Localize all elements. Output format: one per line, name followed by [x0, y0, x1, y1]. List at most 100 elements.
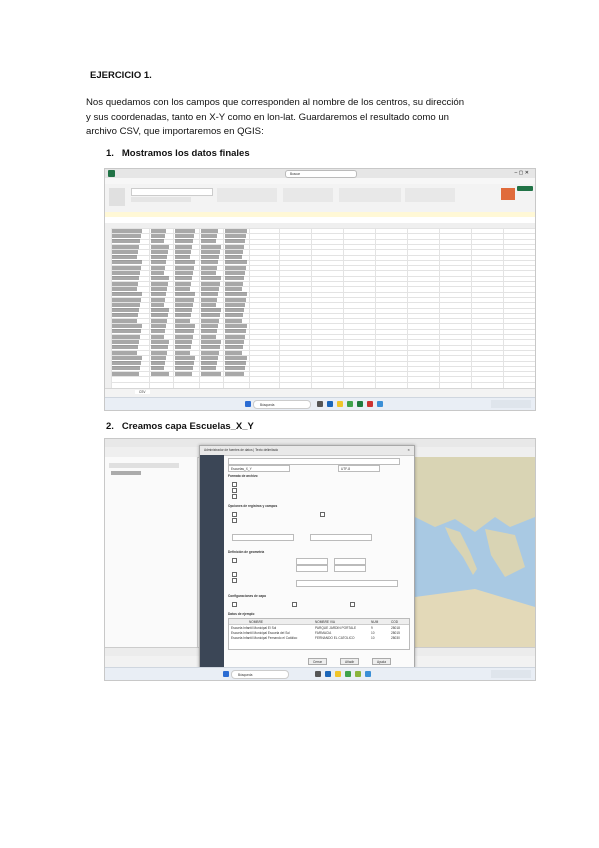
share-button[interactable]	[517, 186, 533, 191]
task-view-icon[interactable]	[317, 401, 323, 407]
folder-icon[interactable]	[337, 401, 343, 407]
spreadsheet-cell[interactable]	[112, 255, 137, 260]
spreadsheet-cell[interactable]	[151, 366, 164, 371]
spreadsheet-cell[interactable]	[151, 302, 164, 307]
spreadsheet-cell[interactable]	[151, 371, 169, 376]
spreadsheet-cell[interactable]	[151, 292, 166, 297]
spreadsheet-cell[interactable]	[151, 361, 165, 366]
spreadsheet-cell[interactable]	[175, 308, 192, 313]
spreadsheet-cell[interactable]	[112, 260, 142, 265]
spreadsheet-cell[interactable]	[225, 244, 244, 249]
spreadsheet-cell[interactable]	[225, 292, 247, 297]
spreadsheet-cell[interactable]	[151, 281, 168, 286]
spreadsheet-cell[interactable]	[175, 329, 194, 334]
spreadsheet-cell[interactable]	[225, 350, 242, 355]
spreadsheet-cell[interactable]	[201, 371, 221, 376]
spreadsheet-cell[interactable]	[151, 308, 169, 313]
section-layer-settings[interactable]: Configuraciones de capa	[228, 594, 266, 598]
excel-taskbar-icon[interactable]	[357, 401, 363, 407]
null-value-field[interactable]	[232, 534, 294, 541]
spreadsheet-cell[interactable]	[201, 339, 221, 344]
spreadsheet-cell[interactable]	[201, 244, 221, 249]
layers-panel-toolbar[interactable]	[109, 463, 179, 468]
task-view-icon[interactable]	[315, 671, 321, 677]
spreadsheet-cell[interactable]	[175, 297, 194, 302]
layer-name-field[interactable]: Escuelas_X_Y	[228, 465, 290, 472]
spreadsheet-cell[interactable]	[175, 345, 191, 350]
spreadsheet-cell[interactable]	[225, 276, 244, 281]
spreadsheet-cell[interactable]	[112, 355, 142, 360]
spreadsheet-cell[interactable]	[225, 366, 245, 371]
paste-icon[interactable]	[109, 188, 125, 206]
comment-field[interactable]	[310, 534, 372, 541]
spreadsheet-cell[interactable]	[112, 249, 138, 254]
decimal-checkbox[interactable]	[320, 512, 325, 517]
spreadsheet-cell[interactable]	[175, 361, 194, 366]
spreadsheet-cell[interactable]	[175, 228, 195, 233]
watch-file-checkbox[interactable]	[350, 602, 355, 607]
spreadsheet-cell[interactable]	[112, 271, 140, 275]
csv-radio[interactable]	[232, 482, 237, 487]
layer-entry[interactable]	[111, 471, 141, 475]
spreadsheet-cell[interactable]	[175, 318, 190, 323]
taskbar-search[interactable]: Búsqueda	[231, 670, 289, 679]
spreadsheet-cell[interactable]	[112, 371, 139, 376]
spreadsheet-cell[interactable]	[201, 318, 219, 323]
spreadsheet-cell[interactable]	[201, 361, 217, 366]
spreadsheet-cell[interactable]	[112, 318, 137, 323]
help-button[interactable]: Ayuda	[372, 658, 391, 665]
spreadsheet-cell[interactable]	[175, 286, 190, 291]
spreadsheet-cell[interactable]	[151, 334, 164, 339]
spreadsheet-cell[interactable]	[225, 297, 246, 302]
spreadsheet-cell[interactable]	[201, 228, 218, 233]
spreadsheet-cell[interactable]	[225, 260, 247, 265]
spreadsheet-cell[interactable]	[151, 313, 168, 318]
spreadsheet-cell[interactable]	[151, 255, 167, 260]
spreadsheet-cell[interactable]	[201, 281, 220, 286]
spreadsheet-cell[interactable]	[151, 350, 167, 355]
spreadsheet-cell[interactable]	[175, 249, 191, 254]
spreadsheet-cell[interactable]	[112, 329, 141, 334]
spreadsheet-cell[interactable]	[225, 239, 245, 244]
spreadsheet-cell[interactable]	[201, 329, 217, 334]
spreadsheet-cell[interactable]	[112, 302, 140, 307]
spreadsheet-cell[interactable]	[225, 228, 247, 233]
spreadsheet-cell[interactable]	[151, 318, 167, 323]
spreadsheet-cell[interactable]	[112, 366, 140, 371]
spreadsheet-cell[interactable]	[151, 329, 165, 334]
spreadsheet-cell[interactable]	[151, 249, 168, 254]
spreadsheet-cell[interactable]	[201, 308, 221, 313]
app-icon-3[interactable]	[377, 401, 383, 407]
spreadsheet-cell[interactable]	[112, 292, 142, 297]
add-button[interactable]: Añadir	[340, 658, 360, 665]
alignment-group[interactable]	[217, 188, 277, 202]
spreadsheet-cell[interactable]	[201, 350, 219, 355]
spreadsheet-cell[interactable]	[225, 286, 242, 291]
spreadsheet-cell[interactable]	[201, 334, 216, 339]
spreadsheet-cell[interactable]	[225, 318, 242, 323]
spreadsheet-cell[interactable]	[175, 366, 193, 371]
spreadsheet-cell[interactable]	[151, 276, 169, 281]
spreadsheet-cell[interactable]	[201, 276, 221, 281]
spreadsheet-cell[interactable]	[225, 313, 243, 318]
spreadsheet-cell[interactable]	[112, 297, 141, 302]
spreadsheet-cell[interactable]	[151, 355, 166, 360]
spreadsheet-cell[interactable]	[112, 339, 139, 344]
app-icon-2[interactable]	[365, 671, 371, 677]
spreadsheet-cell[interactable]	[225, 265, 246, 270]
spatial-index-checkbox[interactable]	[232, 602, 237, 607]
excel-window-controls[interactable]: – ▢ ✕	[515, 171, 529, 176]
spreadsheet-cell[interactable]	[225, 324, 247, 328]
y-field-select[interactable]	[296, 565, 328, 572]
spreadsheet-cell[interactable]	[112, 286, 137, 291]
sample-data-table[interactable]: NOMBRE NOMBRE VIA NUM COD Escuela Infant…	[228, 618, 410, 650]
spreadsheet-cell[interactable]	[175, 239, 193, 244]
spreadsheet-cell[interactable]	[225, 308, 244, 313]
spreadsheet-cell[interactable]	[175, 276, 192, 281]
crs-select[interactable]	[296, 580, 398, 587]
subset-index-checkbox[interactable]	[292, 602, 297, 607]
header-checkbox[interactable]	[232, 512, 237, 517]
spreadsheet-cell[interactable]	[112, 334, 140, 339]
spreadsheet-cell[interactable]	[112, 313, 138, 318]
spreadsheet-cell[interactable]	[201, 255, 219, 260]
